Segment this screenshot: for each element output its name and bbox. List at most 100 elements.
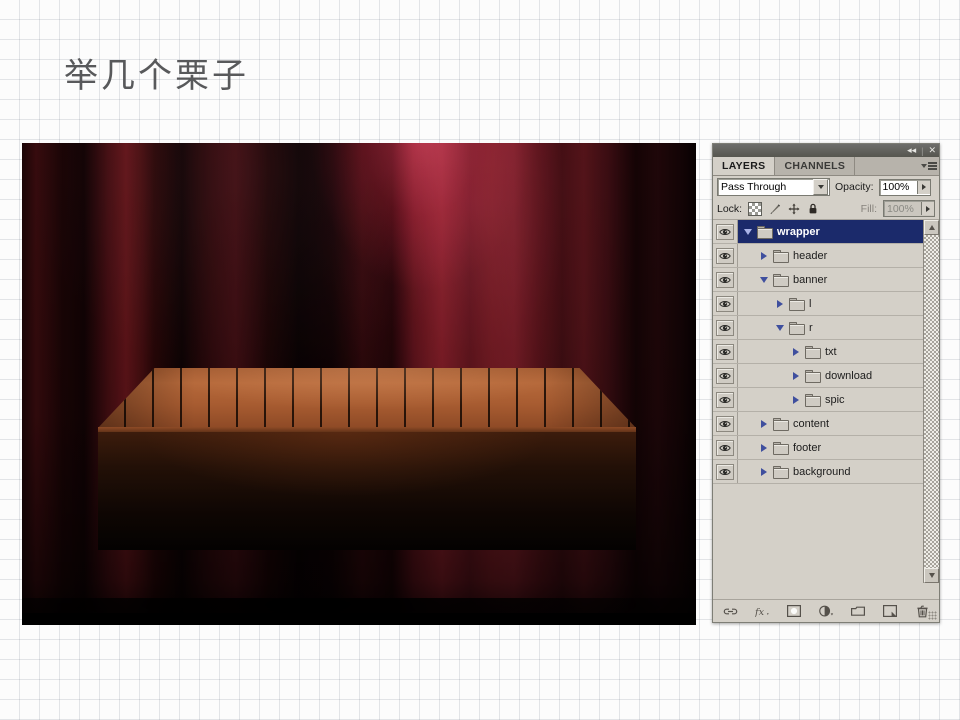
chevron-down-icon[interactable]: [742, 229, 754, 235]
eye-icon[interactable]: [716, 368, 734, 384]
folder-icon: [773, 274, 788, 286]
chevron-down-icon[interactable]: [774, 325, 786, 331]
layer-row[interactable]: banner: [713, 268, 939, 292]
lock-position-icon[interactable]: [788, 203, 800, 215]
layer-row-body[interactable]: header: [738, 244, 939, 267]
lock-label: Lock:: [717, 203, 742, 215]
layer-row-body[interactable]: txt: [738, 340, 939, 363]
eye-icon[interactable]: [716, 464, 734, 480]
eye-icon[interactable]: [716, 392, 734, 408]
folder-icon: [805, 370, 820, 382]
fill-slider-arrow-icon[interactable]: [921, 202, 934, 215]
layer-row-body[interactable]: l: [738, 292, 939, 315]
layer-row-body[interactable]: background: [738, 460, 939, 483]
layer-name: wrapper: [777, 226, 820, 238]
link-layers-icon[interactable]: [723, 604, 738, 619]
chevron-right-icon[interactable]: [790, 348, 802, 356]
folder-icon: [773, 466, 788, 478]
chevron-down-icon[interactable]: [758, 277, 770, 283]
layer-visibility-cell: [713, 292, 738, 315]
chevron-down-icon[interactable]: [813, 179, 828, 195]
chevron-right-icon[interactable]: [758, 468, 770, 476]
layer-row[interactable]: wrapper: [713, 220, 939, 244]
layer-row-body[interactable]: content: [738, 412, 939, 435]
chevron-right-icon[interactable]: [758, 444, 770, 452]
layer-row-body[interactable]: wrapper: [738, 220, 939, 243]
layer-row[interactable]: spic: [713, 388, 939, 412]
folder-icon: [773, 442, 788, 454]
folder-icon: [805, 346, 820, 358]
add-layer-mask-icon[interactable]: [787, 604, 802, 619]
layer-visibility-cell: [713, 364, 738, 387]
chevron-down-icon: [921, 164, 927, 168]
eye-icon[interactable]: [716, 440, 734, 456]
layer-row[interactable]: download: [713, 364, 939, 388]
chevron-right-icon[interactable]: [758, 420, 770, 428]
chevron-right-icon[interactable]: [790, 372, 802, 380]
panel-menu-icon[interactable]: [921, 160, 935, 172]
svg-text:fx: fx: [755, 607, 765, 618]
layer-row-body[interactable]: banner: [738, 268, 939, 291]
layers-list[interactable]: wrapper header banner lr txt download spiccont…: [713, 220, 939, 583]
new-group-icon[interactable]: [851, 604, 866, 619]
folder-icon: [789, 298, 804, 310]
layers-scrollbar[interactable]: [923, 220, 939, 583]
eye-icon[interactable]: [716, 224, 734, 240]
close-icon[interactable]: ✕: [928, 146, 936, 155]
tab-layers[interactable]: LAYERS: [713, 157, 775, 175]
lock-transparent-pixels-icon[interactable]: [748, 202, 762, 216]
chevron-right-icon[interactable]: [790, 396, 802, 404]
eye-icon[interactable]: [716, 320, 734, 336]
blend-mode-select[interactable]: Pass Through: [717, 178, 830, 196]
layer-name: header: [793, 250, 827, 262]
folder-icon: [757, 226, 772, 238]
opacity-slider-arrow-icon[interactable]: [917, 181, 930, 194]
layer-row-body[interactable]: footer: [738, 436, 939, 459]
hamburger-icon: [928, 162, 937, 170]
chevron-right-icon[interactable]: [758, 252, 770, 260]
tab-channels[interactable]: CHANNELS: [775, 157, 855, 175]
panel-tabs: LAYERS CHANNELS: [713, 157, 939, 176]
eye-icon[interactable]: [716, 248, 734, 264]
new-adjustment-layer-icon[interactable]: [819, 604, 834, 619]
folder-icon: [773, 250, 788, 262]
layer-row-body[interactable]: r: [738, 316, 939, 339]
layer-row[interactable]: footer: [713, 436, 939, 460]
new-layer-icon[interactable]: [883, 604, 898, 619]
layer-row-body[interactable]: download: [738, 364, 939, 387]
layers-panel[interactable]: ◂◂ | ✕ LAYERS CHANNELS Pass Through Opac…: [712, 143, 940, 623]
eye-icon[interactable]: [716, 296, 734, 312]
layer-name: background: [793, 466, 851, 478]
layer-row[interactable]: header: [713, 244, 939, 268]
eye-icon[interactable]: [716, 344, 734, 360]
layer-row[interactable]: l: [713, 292, 939, 316]
layer-row[interactable]: background: [713, 460, 939, 484]
scrollbar-track[interactable]: [924, 235, 939, 568]
fill-input[interactable]: 100%: [883, 200, 935, 217]
lock-image-pixels-icon[interactable]: [769, 203, 781, 215]
layer-visibility-cell: [713, 268, 738, 291]
layer-style-fx-icon[interactable]: fx: [755, 604, 770, 619]
collapse-panel-icon[interactable]: ◂◂: [907, 146, 916, 155]
layer-row[interactable]: txt: [713, 340, 939, 364]
layer-name: download: [825, 370, 872, 382]
layer-name: l: [809, 298, 811, 310]
eye-icon[interactable]: [716, 272, 734, 288]
layer-row-body[interactable]: spic: [738, 388, 939, 411]
eye-icon[interactable]: [716, 416, 734, 432]
layer-name: r: [809, 322, 813, 334]
scroll-down-button[interactable]: [924, 568, 939, 583]
chevron-right-icon[interactable]: [774, 300, 786, 308]
scroll-up-button[interactable]: [924, 220, 939, 235]
opacity-input[interactable]: 100%: [879, 179, 931, 196]
layer-row[interactable]: content: [713, 412, 939, 436]
lock-all-icon[interactable]: [807, 203, 819, 215]
layer-visibility-cell: [713, 436, 738, 459]
folder-icon: [773, 418, 788, 430]
stage-platform: [98, 368, 636, 563]
layer-name: banner: [793, 274, 827, 286]
layer-row[interactable]: r: [713, 316, 939, 340]
folder-icon: [805, 394, 820, 406]
stage-wood-highlight: [98, 368, 636, 428]
panel-resize-grip[interactable]: [928, 611, 937, 620]
